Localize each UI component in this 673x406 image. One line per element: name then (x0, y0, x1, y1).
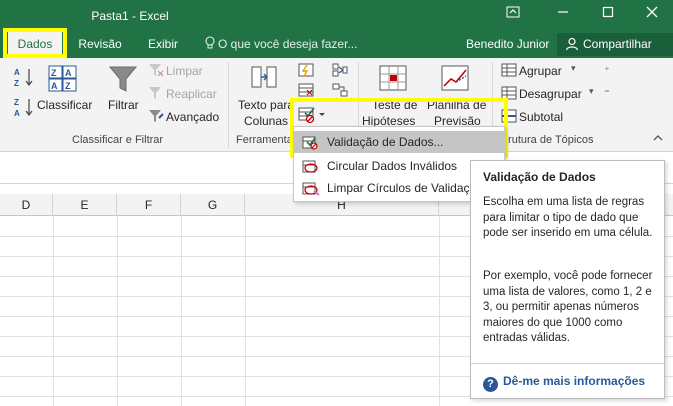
ribbon-separator (228, 62, 229, 148)
sort-button[interactable]: Classificar (37, 98, 92, 112)
title-bar: Pasta1 - Excel (0, 0, 673, 31)
advanced-filter-icon (148, 109, 164, 126)
tab-exibir[interactable]: Exibir (140, 31, 186, 58)
grid-line (181, 216, 182, 406)
chevron-down-icon[interactable]: ▾ (589, 86, 594, 97)
reapply-button[interactable]: Reaplicar (166, 87, 217, 101)
person-icon (565, 36, 579, 59)
data-validation-button[interactable] (296, 104, 328, 126)
tell-me-box[interactable]: O que você deseja fazer... (205, 31, 357, 58)
show-detail-icon[interactable]: ⁺ (604, 64, 610, 77)
svg-text:A: A (14, 109, 20, 118)
chevron-down-icon[interactable]: ▾ (571, 63, 576, 74)
column-header-f[interactable]: F (117, 194, 181, 216)
clear-validation-circles-icon (302, 181, 320, 203)
share-label: Compartilhar (583, 37, 652, 51)
ungroup-icon[interactable] (501, 86, 517, 103)
tell-me-more-label: Dê-me mais informações (503, 374, 646, 388)
text-to-columns-line1[interactable]: Texto para (238, 98, 294, 112)
tooltip-paragraph-1: Escolha em uma lista de regras para limi… (483, 196, 653, 239)
help-icon: ? (483, 377, 498, 392)
grid-line (439, 216, 440, 406)
what-if-analysis-icon[interactable] (378, 64, 408, 95)
remove-duplicates-icon[interactable] (298, 83, 314, 100)
tooltip-title: Validação de Dados (483, 170, 596, 184)
subtotal-button[interactable]: Subtotal (519, 110, 563, 124)
column-header-e[interactable]: E (53, 194, 117, 216)
svg-text:Z: Z (51, 68, 57, 78)
user-name[interactable]: Benedito Junior (466, 31, 549, 58)
text-to-columns-line2[interactable]: Colunas (244, 114, 288, 128)
sort-az-icon[interactable]: AZ (14, 66, 36, 91)
hide-detail-icon[interactable]: ⁼ (604, 86, 610, 99)
forecast-sheet-icon[interactable] (440, 64, 470, 95)
svg-text:Z: Z (14, 98, 19, 107)
consolidate-icon[interactable] (332, 63, 348, 80)
group-label-outline: trutura de Tópicos (505, 134, 594, 146)
svg-text:Z: Z (14, 79, 19, 88)
relationships-icon[interactable] (332, 83, 348, 100)
tell-me-placeholder: O que você deseja fazer... (218, 37, 358, 51)
tab-revisao[interactable]: Revisão (74, 31, 126, 58)
maximize-icon[interactable] (595, 4, 621, 24)
subtotal-icon[interactable] (501, 109, 517, 126)
ungroup-button[interactable]: Desagrupar (519, 87, 582, 101)
excel-window: Pasta1 - Excel Dados Revisão Exibir O qu… (0, 0, 673, 406)
grid-line (117, 216, 118, 406)
data-validation-tooltip: Validação de Dados Escolha em uma lista … (470, 160, 665, 399)
what-if-label-line1[interactable]: Teste de (372, 98, 417, 112)
group-button[interactable]: Agrupar (519, 64, 562, 78)
column-header-g[interactable]: G (181, 194, 245, 216)
tab-dados[interactable]: Dados (8, 32, 62, 57)
flash-fill-icon[interactable] (298, 63, 314, 80)
menu-item-data-validation[interactable]: Validação de Dados... (294, 131, 504, 153)
grid-line (245, 216, 246, 406)
group-icon[interactable] (501, 63, 517, 80)
group-label-data-tools: Ferramenta (236, 134, 293, 146)
menu-item-label: Validação de Dados... (327, 135, 444, 149)
clear-filter-icon (148, 63, 164, 80)
ribbon-tabs: Dados Revisão Exibir O que você deseja f… (0, 31, 673, 58)
text-to-columns-icon[interactable] (250, 64, 280, 95)
svg-text:Z: Z (65, 81, 71, 91)
minimize-icon[interactable] (550, 4, 576, 24)
menu-item-label: Limpar Círculos de Validaçã (327, 181, 477, 195)
sort-dialog-icon[interactable]: ZAAZ (48, 65, 78, 96)
ribbon-display-options-icon[interactable] (500, 4, 526, 24)
reapply-icon (148, 86, 164, 103)
tooltip-divider (471, 363, 664, 364)
close-icon[interactable] (639, 4, 665, 24)
column-header-d[interactable]: D (0, 194, 53, 216)
advanced-button[interactable]: Avançado (166, 110, 219, 124)
collapse-ribbon-icon[interactable] (653, 131, 663, 145)
svg-text:A: A (65, 68, 72, 78)
filter-button[interactable]: Filtrar (108, 98, 139, 112)
sort-za-icon[interactable]: ZA (14, 96, 36, 121)
svg-text:A: A (51, 81, 58, 91)
tell-me-more-link[interactable]: ? Dê-me mais informações (483, 374, 645, 392)
grid-line (53, 216, 54, 406)
filter-icon[interactable] (108, 64, 138, 97)
group-label-sort-filter: Classificar e Filtrar (72, 134, 164, 146)
window-title: Pasta1 - Excel (91, 9, 169, 23)
menu-item-label: Circular Dados Inválidos (327, 159, 458, 173)
svg-text:A: A (14, 68, 20, 77)
forecast-sheet-line1[interactable]: Planilha de (427, 98, 486, 112)
data-validation-icon (302, 135, 320, 157)
clear-button[interactable]: Limpar (166, 64, 203, 78)
lightbulb-icon (205, 33, 215, 60)
share-button[interactable]: Compartilhar (557, 33, 673, 56)
tooltip-paragraph-2: Por exemplo, você pode fornecer uma list… (483, 270, 653, 344)
